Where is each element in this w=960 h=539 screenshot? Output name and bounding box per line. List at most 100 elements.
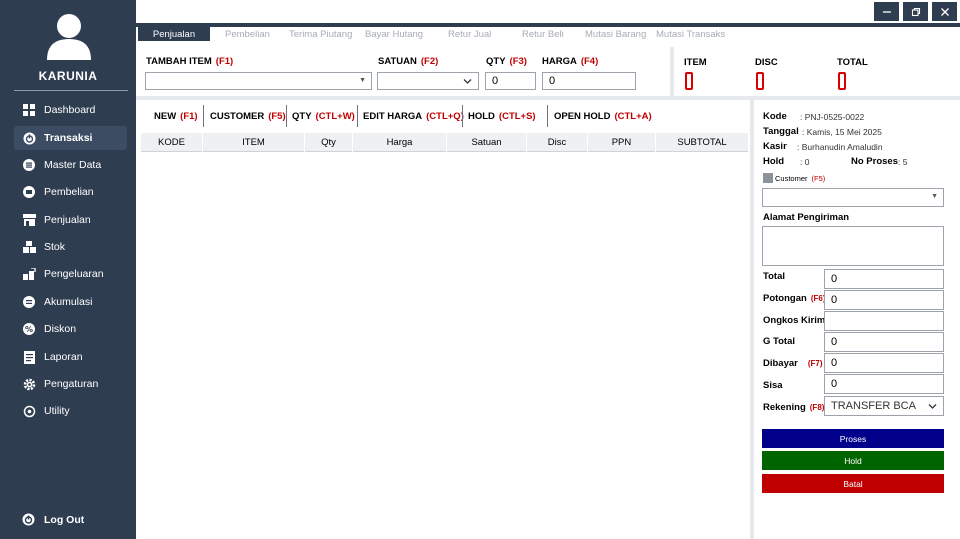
minimize-icon: [882, 10, 891, 13]
minimize-button[interactable]: [874, 2, 899, 21]
tab-terima-piutang[interactable]: Terima Piutang: [289, 27, 352, 41]
column-header[interactable]: SUBTOTAL: [656, 133, 748, 152]
sidebar-item-akumulasi[interactable]: Akumulasi: [14, 290, 127, 314]
column-header[interactable]: Harga: [353, 133, 447, 152]
kode-label: Kode: [763, 111, 787, 122]
expense-icon: [22, 267, 36, 281]
sidebar-item-label: Pembelian: [44, 186, 94, 198]
column-header[interactable]: PPN: [588, 133, 656, 152]
tab-retur-beli[interactable]: Retur Beli: [522, 27, 564, 41]
alamat-textarea[interactable]: [762, 226, 944, 266]
sidebar-item-label: Pengaturan: [44, 378, 99, 390]
tambah-item-combobox[interactable]: ▼: [145, 72, 372, 90]
sidebar-item-stok[interactable]: Stok: [14, 235, 127, 259]
no-proses-label: No Proses: [851, 156, 898, 167]
total-sum-label: Total: [763, 271, 785, 282]
harga-label: HARGA (F4): [542, 56, 599, 67]
customer-combobox[interactable]: ▼: [762, 188, 944, 207]
brand-name: KARUNIA: [38, 69, 98, 83]
rekening-select[interactable]: TRANSFER BCA: [824, 396, 944, 416]
ongkos-kirim-field[interactable]: [824, 311, 944, 331]
wallet-icon: [22, 185, 36, 199]
gtotal-field[interactable]: 0: [824, 332, 944, 352]
sisa-field[interactable]: 0: [824, 374, 944, 394]
ongkos-kirim-label: Ongkos Kirim: [763, 315, 826, 326]
logout-label: Log Out: [44, 514, 85, 526]
column-header[interactable]: ITEM: [203, 133, 305, 152]
sidebar-item-label: Master Data: [44, 159, 102, 171]
total-label: TOTAL: [837, 57, 868, 68]
close-icon: [940, 7, 949, 16]
discount-icon: %: [22, 322, 36, 336]
divider: [547, 105, 548, 127]
item-count-label: ITEM: [684, 57, 707, 68]
pos-window: KARUNIA Dashboard Transaksi Master Data …: [0, 0, 960, 539]
column-header[interactable]: Satuan: [447, 133, 527, 152]
svg-text:%: %: [25, 325, 33, 334]
potongan-field[interactable]: 0: [824, 290, 944, 310]
restore-icon: [911, 7, 920, 16]
kasir-label: Kasir: [763, 141, 787, 152]
sidebar-item-master-data[interactable]: Master Data: [14, 153, 127, 177]
tab-mutasi-barang[interactable]: Mutasi Barang: [585, 27, 646, 41]
edit-harga-button[interactable]: EDIT HARGA (CTL+Q): [363, 111, 464, 122]
sidebar-item-penjualan[interactable]: Penjualan: [14, 208, 127, 232]
dibayar-field[interactable]: 0: [824, 353, 944, 373]
sidebar-item-laporan[interactable]: Laporan: [14, 345, 127, 369]
transaksi-power-icon: [22, 131, 36, 145]
column-header[interactable]: Disc: [527, 133, 588, 152]
sidebar-item-label: Laporan: [44, 351, 83, 363]
sidebar-item-dashboard[interactable]: Dashboard: [14, 98, 127, 122]
divider: [462, 105, 463, 127]
batal-button[interactable]: Batal: [762, 474, 944, 493]
sidebar-item-transaksi[interactable]: Transaksi: [14, 126, 127, 150]
close-button[interactable]: [932, 2, 957, 21]
tab-mutasi-transaksi[interactable]: Mutasi Transaks: [656, 27, 725, 41]
sidebar-item-utility[interactable]: Utility: [14, 399, 127, 423]
column-header[interactable]: KODE: [141, 133, 203, 152]
disc-value: [756, 72, 764, 90]
customer-checkbox[interactable]: [763, 173, 773, 183]
sidebar-item-pengaturan[interactable]: Pengaturan: [14, 372, 127, 396]
chevron-down-icon: [463, 79, 472, 84]
column-header[interactable]: Qty: [305, 133, 353, 152]
qty-button[interactable]: QTY (CTL+W): [292, 111, 355, 122]
tab-pembelian[interactable]: Pembelian: [225, 27, 270, 41]
gtotal-label: G Total: [763, 336, 796, 347]
gear-icon: [22, 377, 36, 391]
item-count-value: [685, 72, 693, 90]
boxes-icon: [22, 240, 36, 254]
proses-button[interactable]: Proses: [762, 429, 944, 448]
open-hold-button[interactable]: OPEN HOLD (CTL+A): [554, 111, 652, 122]
sidebar-item-label: Dashboard: [44, 104, 96, 116]
restore-button[interactable]: [903, 2, 928, 21]
satuan-select[interactable]: [377, 72, 479, 90]
qty-label: QTY (F3): [486, 56, 527, 67]
no-proses-value: : 5: [898, 157, 908, 167]
tab-penjualan[interactable]: Penjualan: [138, 27, 210, 41]
tab-retur-jual[interactable]: Retur Jual: [448, 27, 491, 41]
sidebar-item-pembelian[interactable]: Pembelian: [14, 180, 127, 204]
divider: [750, 100, 754, 539]
utility-icon: [22, 404, 36, 418]
sidebar-item-label: Utility: [44, 405, 70, 417]
dibayar-label: Dibayar (F7): [763, 358, 823, 369]
tab-bayar-hutang[interactable]: Bayar Hutang: [365, 27, 423, 41]
logout-button[interactable]: Log Out: [14, 508, 127, 532]
total-field[interactable]: 0: [824, 269, 944, 289]
hold-button[interactable]: Hold: [762, 451, 944, 470]
sidebar-item-pengeluaran[interactable]: Pengeluaran: [14, 262, 127, 286]
report-icon: [22, 350, 36, 364]
qty-input[interactable]: 0: [485, 72, 536, 90]
dropdown-caret-icon: ▼: [359, 77, 366, 84]
hold-action-button[interactable]: HOLD (CTL+S): [468, 111, 536, 122]
potongan-label: Potongan (F6): [763, 293, 826, 304]
sidebar-item-diskon[interactable]: % Diskon: [14, 317, 127, 341]
disc-label: DISC: [755, 57, 778, 68]
customer-check-label: Customer (F5): [775, 174, 826, 183]
accumulation-icon: [22, 295, 36, 309]
new-button[interactable]: NEW (F1): [154, 111, 198, 122]
harga-input[interactable]: 0: [542, 72, 636, 90]
alamat-label: Alamat Pengiriman: [763, 212, 850, 223]
customer-button[interactable]: CUSTOMER (F5): [210, 111, 286, 122]
